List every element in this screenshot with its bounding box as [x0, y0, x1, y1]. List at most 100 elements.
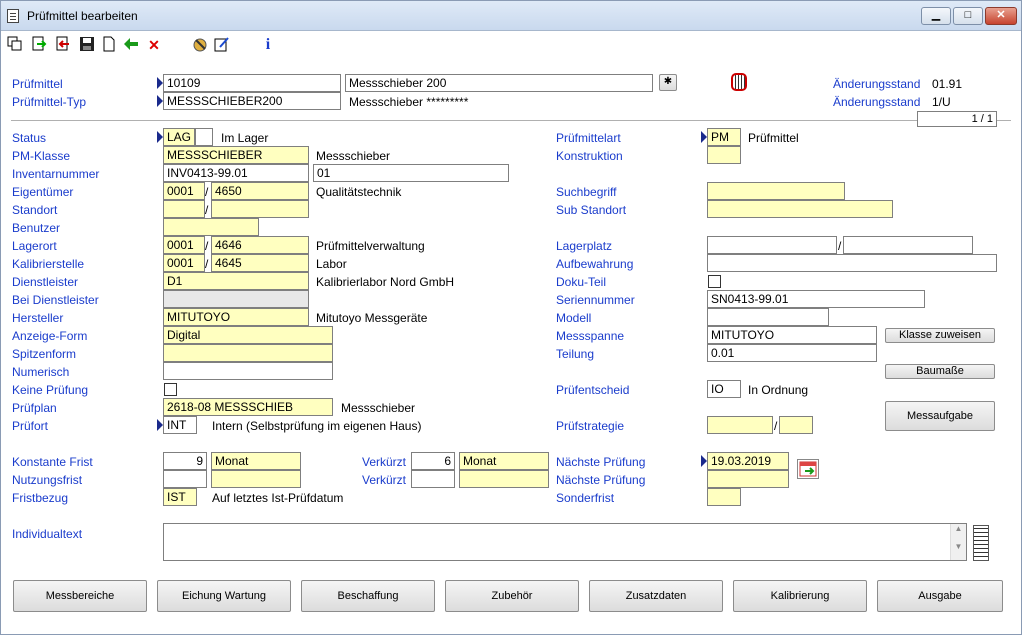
seriennummer-input[interactable]: SN0413-99.01: [707, 290, 925, 308]
kalibrierstelle-input1[interactable]: 0001: [163, 254, 205, 272]
verkuerzt-input[interactable]: 6: [411, 452, 455, 470]
delete-icon[interactable]: ✕: [145, 36, 163, 54]
messaufgabe-button[interactable]: Messaufgabe: [885, 401, 995, 431]
pruefmittel-desc-input[interactable]: Messschieber 200: [345, 74, 653, 92]
spitzenform-input[interactable]: [163, 344, 333, 362]
hersteller-label: Hersteller: [12, 311, 64, 325]
hersteller-text: Mitutoyo Messgeräte: [316, 311, 428, 325]
sonderfrist-input[interactable]: [707, 488, 741, 506]
eigentuemer-label: Eigentümer: [12, 185, 74, 199]
status-code-input[interactable]: LAG: [163, 128, 195, 146]
standort-input1[interactable]: [163, 200, 205, 218]
eichung-wartung-button[interactable]: Eichung Wartung: [157, 580, 291, 612]
pruefmittel-typ-desc: Messschieber *********: [349, 95, 469, 109]
inventarnummer-label: Inventarnummer: [12, 167, 100, 181]
aufbewahrung-input[interactable]: [707, 254, 997, 272]
messbereiche-button[interactable]: Messbereiche: [13, 580, 147, 612]
new-document-icon[interactable]: [100, 36, 118, 54]
nutzungsfrist-input[interactable]: [163, 470, 207, 488]
pruefmittelart-input[interactable]: PM: [707, 128, 741, 146]
pruefstrategie-input2[interactable]: [779, 416, 813, 434]
beschaffung-button[interactable]: Beschaffung: [301, 580, 435, 612]
calendar-icon[interactable]: [797, 459, 819, 479]
eigentuemer-input1[interactable]: 0001: [163, 182, 205, 200]
keine-pruefung-label: Keine Prüfung: [12, 383, 89, 397]
edit-icon[interactable]: [213, 36, 231, 54]
nutzungsfrist-unit[interactable]: [211, 470, 301, 488]
calculator-icon[interactable]: [731, 73, 747, 91]
slash: /: [205, 257, 209, 271]
toolbar: ✕ i: [1, 32, 1021, 58]
fristbezug-input[interactable]: IST: [163, 488, 197, 506]
lagerort-input2[interactable]: 4646: [211, 236, 309, 254]
individualtext-label: Individualtext: [12, 527, 83, 541]
keine-pruefung-checkbox[interactable]: [164, 383, 177, 396]
numerisch-input[interactable]: [163, 362, 333, 380]
minimize-button[interactable]: ▁: [921, 7, 951, 25]
sub-standort-input[interactable]: [707, 200, 893, 218]
clear-icon[interactable]: ✱: [659, 74, 677, 91]
klasse-zuweisen-button[interactable]: Klasse zuweisen: [885, 328, 995, 343]
export-icon[interactable]: [30, 36, 48, 54]
close-button[interactable]: ✕: [985, 7, 1017, 25]
status-label: Status: [12, 131, 47, 145]
separator: [11, 120, 1011, 121]
benutzer-label: Benutzer: [12, 221, 61, 235]
pm-klasse-label: PM-Klasse: [12, 149, 71, 163]
textarea-scrollbar[interactable]: ▲ ▼: [950, 524, 966, 560]
konstante-frist-unit[interactable]: Monat: [211, 452, 301, 470]
verkuerzt2-input[interactable]: [411, 470, 455, 488]
suchbegriff-input[interactable]: [707, 182, 845, 200]
tools-icon[interactable]: [191, 36, 209, 54]
dienstleister-input[interactable]: D1: [163, 272, 309, 290]
teilung-input[interactable]: 0.01: [707, 344, 877, 362]
konstruktion-input[interactable]: [707, 146, 741, 164]
lagerplatz-input2[interactable]: [843, 236, 973, 254]
baumasse-button[interactable]: Baumaße: [885, 364, 995, 379]
back-arrow-icon[interactable]: [122, 36, 140, 54]
konstante-frist-input[interactable]: 9: [163, 452, 207, 470]
standort-input2[interactable]: [211, 200, 309, 218]
copy-icon[interactable]: [6, 36, 24, 54]
lagerort-input1[interactable]: 0001: [163, 236, 205, 254]
anzeige-form-input[interactable]: Digital: [163, 326, 333, 344]
pruefstrategie-input1[interactable]: [707, 416, 773, 434]
pruefmittel-typ-input[interactable]: MESSSCHIEBER200: [163, 92, 341, 110]
benutzer-input[interactable]: [163, 218, 259, 236]
dienstleister-text: Kalibrierlabor Nord GmbH: [316, 275, 455, 289]
doku-teil-checkbox[interactable]: [708, 275, 721, 288]
save-icon[interactable]: [78, 36, 96, 54]
zusatzdaten-button[interactable]: Zusatzdaten: [589, 580, 723, 612]
pruefstrategie-label: Prüfstrategie: [556, 419, 625, 433]
import-icon[interactable]: [54, 36, 72, 54]
verkuerzt2-unit[interactable]: [459, 470, 549, 488]
inventarnummer-input[interactable]: INV0413-99.01: [163, 164, 309, 182]
slash: /: [838, 239, 842, 253]
verkuerzt-unit[interactable]: Monat: [459, 452, 549, 470]
aufbewahrung-label: Aufbewahrung: [556, 257, 634, 271]
modell-input[interactable]: [707, 308, 829, 326]
maximize-button[interactable]: □: [953, 7, 983, 25]
zubehoer-button[interactable]: Zubehör: [445, 580, 579, 612]
pruefplan-input[interactable]: 2618-08 MESSSCHIEB: [163, 398, 333, 416]
kalibrierung-button[interactable]: Kalibrierung: [733, 580, 867, 612]
pruefentscheid-input[interactable]: IO: [707, 380, 741, 398]
info-icon[interactable]: i: [259, 36, 277, 54]
kalibrierstelle-input2[interactable]: 4645: [211, 254, 309, 272]
naechste-pruefung2-label: Nächste Prüfung: [556, 473, 646, 487]
naechste-pruefung2-input[interactable]: [707, 470, 789, 488]
pruefmittel-input[interactable]: 10109: [163, 74, 341, 92]
status-extra-input[interactable]: [195, 128, 213, 146]
naechste-pruefung-input[interactable]: 19.03.2019: [707, 452, 789, 470]
pruefort-input[interactable]: INT: [163, 416, 197, 434]
eigentuemer-input2[interactable]: 4650: [211, 182, 309, 200]
individualtext-textarea[interactable]: ▲ ▼: [163, 523, 967, 561]
messspanne-input[interactable]: MITUTOYO: [707, 326, 877, 344]
inventarnummer2-input[interactable]: 01: [313, 164, 509, 182]
calculator-icon[interactable]: [973, 525, 989, 561]
pm-klasse-input[interactable]: MESSSCHIEBER: [163, 146, 309, 164]
lagerplatz-input1[interactable]: [707, 236, 837, 254]
hersteller-input[interactable]: MITUTOYO: [163, 308, 309, 326]
modell-label: Modell: [556, 311, 592, 325]
ausgabe-button[interactable]: Ausgabe: [877, 580, 1003, 612]
